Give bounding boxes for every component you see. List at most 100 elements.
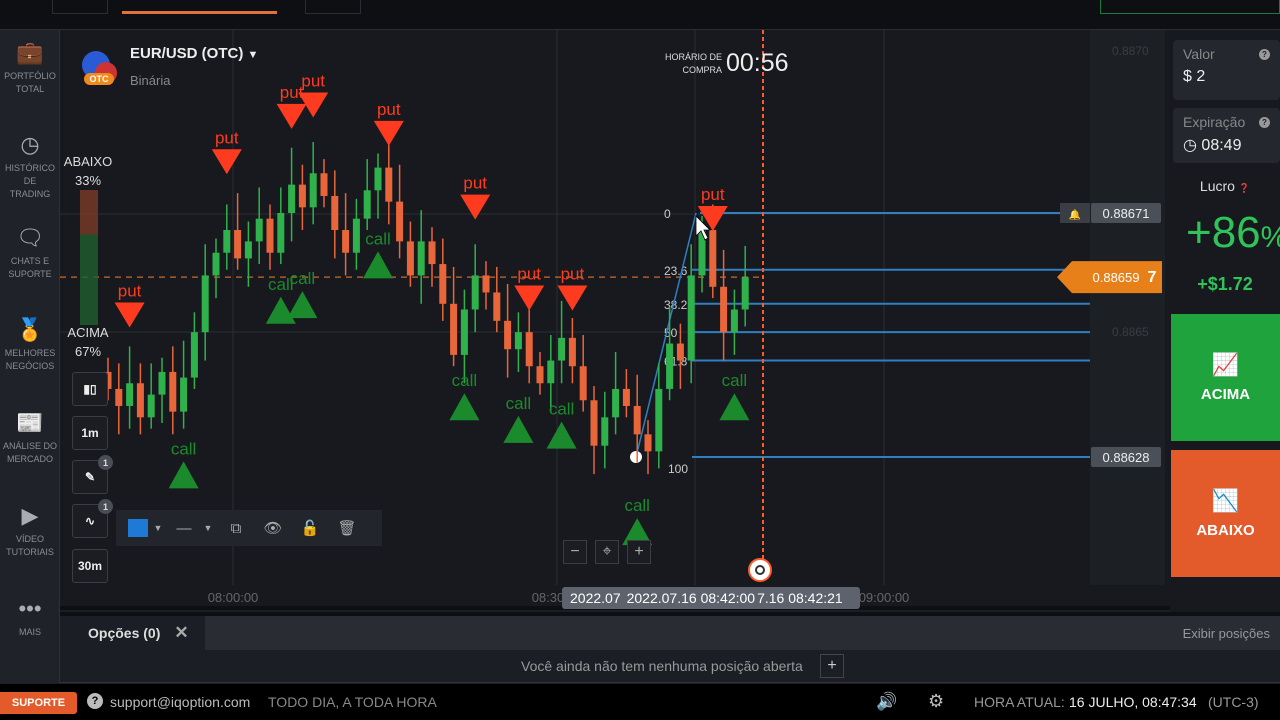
indicators-button[interactable]: ∿ 1 [72,499,113,538]
top-bar [0,0,1280,30]
current-time-label: HORA ATUAL: [974,694,1065,710]
candle [223,230,231,253]
sidebar-item-portfolio[interactable]: 💼 PORTFÓLIO TOTAL [0,40,60,96]
time-axis-label: 09:00:00 [859,590,910,605]
sidebar-item-video-tutorials[interactable]: ▶ VÍDEO TUTORIAIS [0,503,60,559]
label: HORÁRIO DE [664,52,722,62]
sidebar-item-chats[interactable]: 🗨 CHATS E SUPORTE [0,225,60,281]
top-tab[interactable] [52,0,108,14]
timeframe-button[interactable]: 1m [72,416,108,450]
add-position-button[interactable]: + [820,654,844,678]
chevron-down-icon[interactable]: ▼ [148,523,168,533]
badge: 1 [98,455,113,470]
label: 1m [81,426,99,440]
call-signal-arrow [503,415,534,443]
candle [342,230,350,253]
duplicate-icon[interactable]: ⧉ [216,520,256,537]
candle [558,337,566,361]
timezone: (UTC-3) [1208,694,1259,710]
call-signal-arrow [168,461,199,489]
zoom-out-button[interactable]: − [563,540,587,564]
value: 33% [74,173,102,188]
top-tab-active[interactable] [122,0,277,14]
expiry-field[interactable]: Expiração ◷ 08:49? [1173,108,1280,163]
sidebar-item-more[interactable]: ••• MAIS [0,596,60,639]
unlock-icon[interactable]: 🔓 [290,519,330,537]
timestamp-part: 2022.07 [570,590,621,606]
current-price-label: 0.88659 [1093,270,1140,285]
help-icon[interactable]: ? [1259,49,1270,60]
candle [255,218,263,242]
color-swatch[interactable] [128,519,148,537]
sidebar-item-best-deals[interactable]: 🏅 MELHORES NEGÓCIOS [0,317,60,373]
put-signal-arrow [276,103,307,129]
sidebar: 💼 PORTFÓLIO TOTAL ◷ HISTÓRICO DE TRADING 🗨 CH… [0,30,60,683]
candle [277,213,285,253]
fib-trend-line [635,212,697,458]
line-style-icon[interactable]: — [168,520,200,537]
help-icon[interactable]: ❓ [1239,183,1250,193]
gear-icon[interactable]: ⚙ [928,691,944,712]
candle [622,388,630,406]
sidebar-item-market-analysis[interactable]: 📰 ANÁLISE DO MERCADO [0,410,60,466]
candle [536,366,544,384]
show-positions-link[interactable]: Exibir posições [1183,626,1270,641]
candle [482,275,490,293]
call-signal-label: call [452,371,478,390]
label: Opções (0) [88,625,161,641]
asset-name-text: EUR/USD (OTC) [130,45,244,62]
candle [493,292,501,321]
call-signal-label: call [365,229,391,248]
help-icon[interactable]: ? [1259,117,1270,128]
sidebar-item-history[interactable]: ◷ HISTÓRICO DE TRADING [0,132,60,201]
help-icon: ? [87,693,103,709]
candle [374,167,382,191]
zoom-in-button[interactable]: + [627,540,651,564]
close-icon[interactable]: ✕ [174,623,188,643]
support-email-link[interactable]: support@iqoption.com [110,694,250,710]
value: +86 [1186,208,1261,257]
candle [309,173,317,208]
candle [720,286,728,333]
label: ABAIXO [63,154,113,169]
candle [180,377,188,412]
asset-name[interactable]: EUR/USD (OTC) ▼ [130,45,258,62]
candle [288,184,296,213]
amount-value[interactable]: $ 2 [1183,68,1270,86]
eye-icon[interactable]: 👁 [256,519,290,537]
time-axis-label: 08:00:00 [208,590,259,605]
label: MELHORES [4,348,56,358]
call-signal-label: call [290,269,316,288]
sentiment-up: ACIMA 67% [62,325,114,359]
candle [579,366,587,401]
candle [547,360,555,384]
support-button[interactable]: SUPORTE [0,692,77,714]
top-tab[interactable] [305,0,361,14]
put-signal-label: put [701,185,725,204]
chart-type-button[interactable]: ▮▯ [72,372,108,406]
candle [666,343,674,389]
label: 30m [77,559,103,573]
candle [709,230,717,287]
label: TUTORIAIS [6,547,54,557]
candlestick-icon: ▮▯ [83,382,97,396]
drawing-tools-button[interactable]: ✎ 1 [72,455,113,494]
amount-field[interactable]: Valor $ 2? [1173,40,1280,100]
put-signal-label: put [118,282,142,301]
sound-icon[interactable]: 🔊 [876,692,897,712]
buy-up-button[interactable]: 📈 ACIMA [1171,314,1280,441]
center-button[interactable]: ⌖ [595,540,619,564]
buy-down-button[interactable]: 📉 ABAIXO [1171,450,1280,577]
candle [158,371,166,395]
low-price-label: 0.88628 [1103,450,1150,465]
tab-options[interactable]: Opções (0) ✕ [60,616,205,650]
percent-sign: % [1261,221,1280,254]
call-signal-label: call [171,439,197,458]
tab-strip [205,616,1280,650]
trash-icon[interactable]: 🗑 [330,519,364,537]
period-button[interactable]: 30m [72,549,108,583]
deposit-button[interactable] [1100,0,1280,14]
label: MERCADO [6,454,53,464]
chevron-down-icon[interactable]: ▼ [200,523,216,533]
fib-handle [630,451,642,464]
